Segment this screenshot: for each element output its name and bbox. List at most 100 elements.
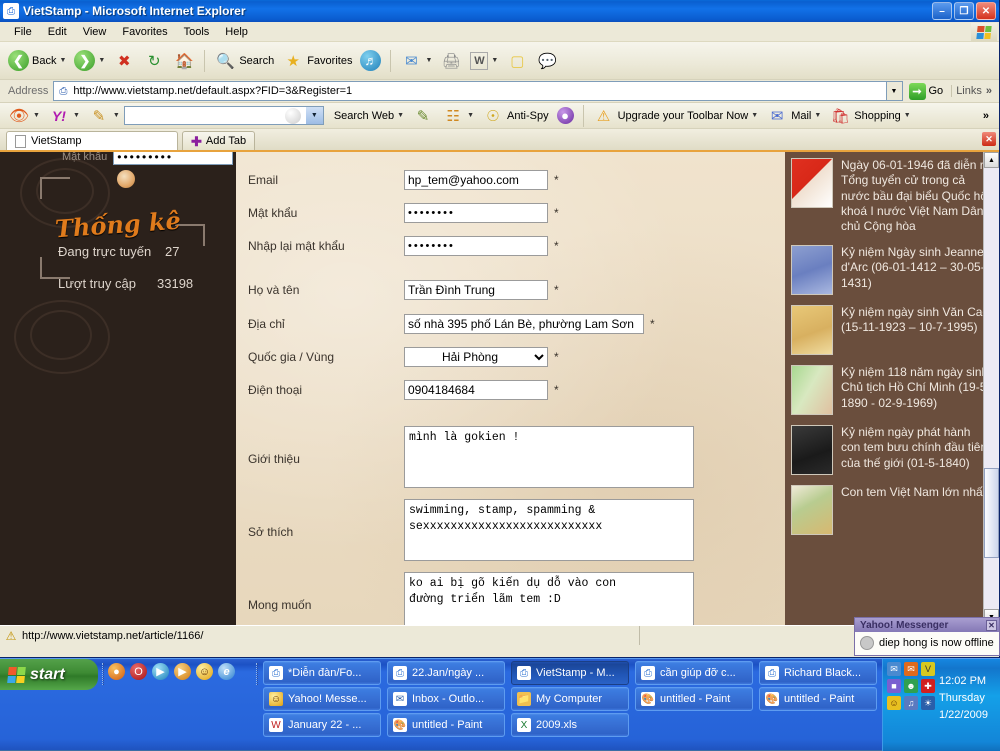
yahoo-pencil-button[interactable]: ✎ ▼ [84,105,124,127]
volume-icon[interactable]: ♫ [904,696,918,710]
taskbar-button[interactable]: 🎨 untitled - Paint [635,687,753,711]
shopping-button[interactable]: 🛍 Shopping ▼ [825,105,914,127]
page-scrollbar[interactable]: ▲ ▼ [983,152,999,625]
menu-item-tools[interactable]: Tools [176,24,218,40]
news-item[interactable]: Ngày 06-01-1946 đã diễn ra Tổng tuyển cử… [791,158,991,235]
taskbar-button[interactable]: ☺ Yahoo! Messe... [263,687,381,711]
news-item[interactable]: Con tem Việt Nam lớn nhất [791,485,991,535]
maximize-button[interactable]: ❐ [954,2,974,20]
highlighter-button[interactable]: ✎ [408,105,438,127]
scroll-up-icon[interactable]: ▲ [984,152,999,168]
antivirus-icon[interactable]: ✚ [921,679,935,693]
cutoff-password-input[interactable] [113,152,233,165]
stop-button[interactable]: ✖ [109,46,139,76]
taskbar-button-active[interactable]: ⎙ VietStamp - M... [511,661,629,685]
notes-button[interactable]: ▢ [502,46,532,76]
yahoo-mail-button[interactable]: ✉ Mail ▼ [762,105,825,127]
yahoo-eye-dropdown-icon[interactable]: ▼ [33,112,40,119]
news-item[interactable]: Kỷ niệm 118 năm ngày sinh Chủ tịch Hồ Ch… [791,365,991,415]
home-button[interactable]: 🏠 [169,46,199,76]
back-dropdown-icon[interactable]: ▼ [59,57,66,64]
go-button[interactable]: ➞ Go [903,83,950,100]
edit-button[interactable]: W ▼ [466,46,502,76]
network-icon[interactable]: ■ [887,679,901,693]
anti-spy-button[interactable]: ☉ Anti-Spy [478,105,553,127]
search-web-button[interactable]: Search Web ▼ [330,110,408,122]
taskbar-button[interactable]: 🎨 untitled - Paint [759,687,877,711]
taskbar-button[interactable]: X 2009.xls [511,713,629,737]
input-password[interactable] [404,203,548,223]
taskbar-button[interactable]: ⎙ 22.Jan/ngày ... [387,661,505,685]
start-button[interactable]: start [0,659,98,690]
print-button[interactable]: 🖨 [436,46,466,76]
address-dropdown-icon[interactable]: ▼ [887,81,903,101]
yahoo-messenger-tray-icon[interactable]: ☺ [887,696,901,710]
yahoo-messenger-popup[interactable]: Yahoo! Messenger ✕ diep hong is now offl… [854,617,1000,656]
menu-item-favorites[interactable]: Favorites [114,24,175,40]
close-button[interactable]: ✕ [976,2,996,20]
internet-explorer-icon[interactable]: e [218,663,235,680]
search-web-dropdown-icon[interactable]: ▼ [397,112,404,119]
menu-item-edit[interactable]: Edit [40,24,75,40]
input-phone[interactable] [404,380,548,400]
select-country[interactable]: Hải Phòng [404,347,548,367]
menu-item-file[interactable]: File [6,24,40,40]
news-item[interactable]: Kỷ niệm Ngày sinh Jeanne d'Arc (06-01-14… [791,245,991,295]
yahoo-search-dropdown-icon[interactable]: ▼ [306,107,323,124]
yahoo-logo-dropdown-icon[interactable]: ▼ [73,112,80,119]
opera-icon[interactable]: O [130,663,147,680]
taskbar-button[interactable]: ⎙ Richard Black... [759,661,877,685]
bookmarks-button[interactable]: ☷ ▼ [438,105,478,127]
firefox-icon[interactable]: ● [108,663,125,680]
shopping-dropdown-icon[interactable]: ▼ [904,112,911,119]
refresh-button[interactable]: ↻ [139,46,169,76]
upgrade-toolbar-button[interactable]: ⚠ Upgrade your Toolbar Now ▼ [589,105,763,127]
news-item[interactable]: Kỷ niệm ngày sinh Văn Cao (15-11-1923 – … [791,305,991,355]
yahoo-eye-button[interactable]: 👁 ▼ [4,105,44,127]
back-button[interactable]: ❮ Back ▼ [4,46,70,76]
media-player-icon[interactable]: ▶ [152,663,169,680]
popup-blocker-button[interactable]: ● [553,107,578,124]
menu-item-help[interactable]: Help [217,24,256,40]
pencil-dropdown-icon[interactable]: ▼ [113,112,120,119]
realplayer-icon[interactable]: ▶ [174,663,191,680]
address-input[interactable]: ⎙ http://www.vietstamp.net/default.aspx?… [53,81,886,101]
taskbar-button[interactable]: ⎙ *Diễn đàn/Fo... [263,661,381,685]
network-mail-icon[interactable]: ✉ [887,662,901,676]
links-overflow-icon[interactable]: » [986,85,992,97]
forward-dropdown-icon[interactable]: ▼ [98,57,105,64]
scroll-thumb[interactable] [984,468,999,558]
bookmarks-dropdown-icon[interactable]: ▼ [467,112,474,119]
input-fullname[interactable] [404,280,548,300]
edit-dropdown-icon[interactable]: ▼ [491,57,498,64]
yahoo-logo-button[interactable]: Y! ▼ [44,105,84,127]
input-address[interactable] [404,314,644,334]
yahoo-messenger-icon[interactable]: ☺ [196,663,213,680]
taskbar-button[interactable]: 📁 My Computer [511,687,629,711]
textarea-intro[interactable]: mình là gokien ! [404,426,694,488]
input-confirm-password[interactable] [404,236,548,256]
mail-dropdown-icon[interactable]: ▼ [425,57,432,64]
mail-button[interactable]: ✉ ▼ [396,46,436,76]
users-icon[interactable]: ☻ [904,679,918,693]
messenger-popup-close-button[interactable]: ✕ [986,620,997,631]
yahoo-toolbar-overflow-icon[interactable]: » [983,110,995,122]
links-button[interactable]: Links » [951,85,996,97]
media-button[interactable]: ♬ [356,46,385,76]
vietkey-icon[interactable]: V [921,662,935,676]
yahoo-mail-dropdown-icon[interactable]: ▼ [814,112,821,119]
tab-bar-close-button[interactable]: ✕ [982,132,996,146]
tab-vietstamp[interactable]: VietStamp [6,131,178,150]
unikey-icon[interactable]: ☀ [921,696,935,710]
mail-notify-icon[interactable]: ✉ [904,662,918,676]
add-tab-button[interactable]: ✚ Add Tab [182,131,255,150]
minimize-button[interactable]: – [932,2,952,20]
yahoo-search-input[interactable]: ▼ [124,106,324,125]
taskbar-button[interactable]: ✉ Inbox - Outlo... [387,687,505,711]
textarea-wishes[interactable]: ko ai bị gõ kiến dụ dỗ vào con đường tri… [404,572,694,625]
favorites-button[interactable]: ★ Favorites [278,46,356,76]
clock[interactable]: 12:02 PM Thursday 1/22/2009 [939,673,988,724]
textarea-hobbies[interactable]: swimming, stamp, spamming & sexxxxxxxxxx… [404,499,694,561]
menu-item-view[interactable]: View [75,24,115,40]
forward-button[interactable]: ❯ ▼ [70,46,109,76]
